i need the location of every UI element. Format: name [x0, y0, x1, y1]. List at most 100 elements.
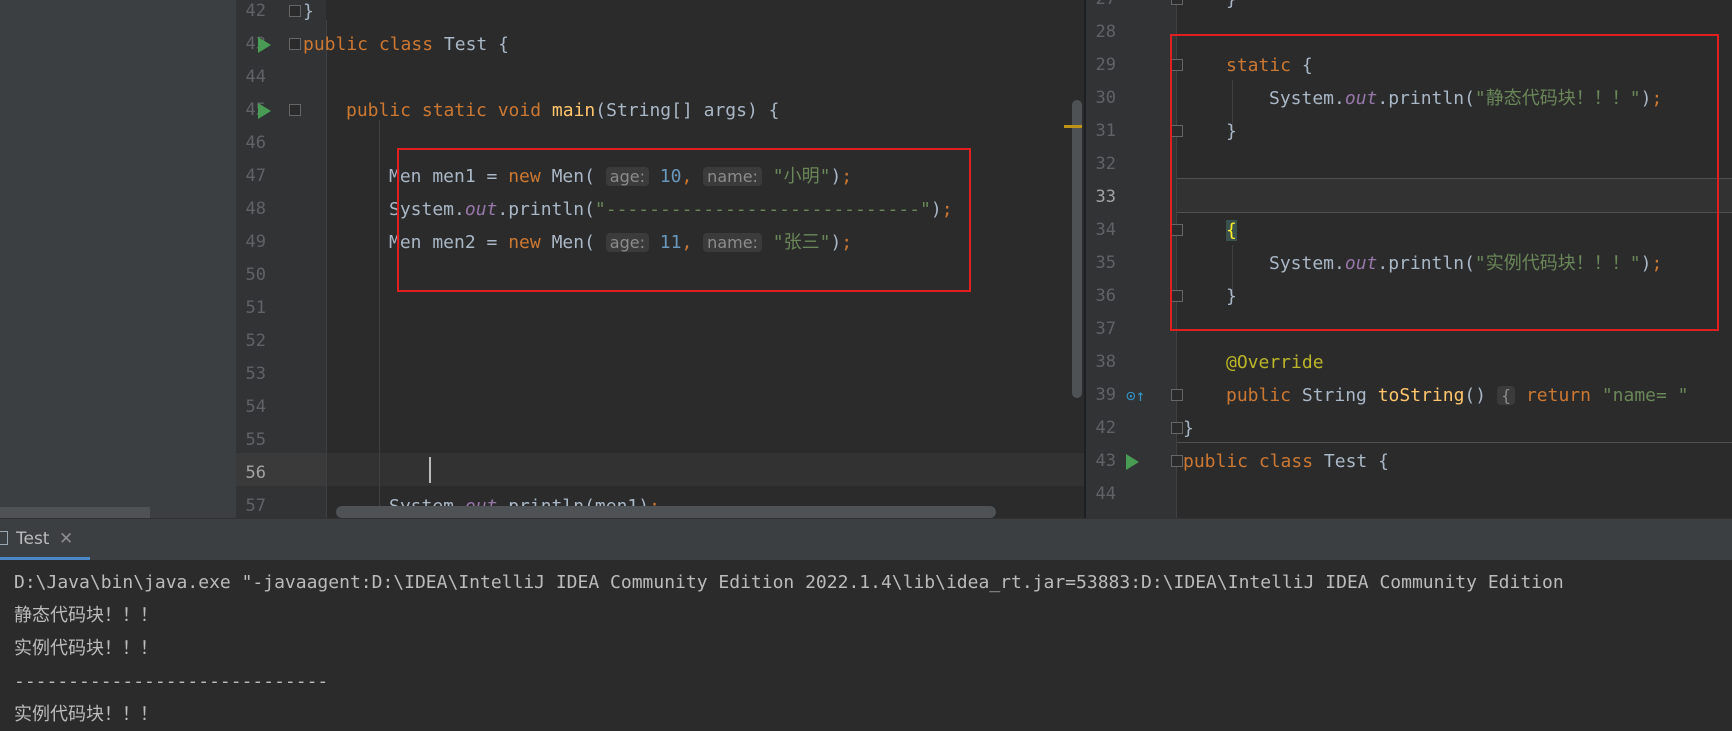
fold-icon[interactable] — [289, 38, 301, 50]
line-number: 39 — [1095, 385, 1116, 405]
code-line[interactable]: 44 — [1086, 478, 1732, 511]
code-line[interactable]: 38 @Override — [1086, 346, 1732, 379]
code-token: public — [1226, 385, 1302, 406]
fold-icon[interactable] — [289, 5, 301, 17]
line-number: 42 — [1095, 418, 1116, 438]
code-token: () — [1464, 385, 1497, 406]
code-token: } — [1183, 418, 1194, 439]
close-icon[interactable]: ✕ — [59, 529, 73, 549]
run-gutter-icon[interactable] — [258, 103, 271, 119]
line-number: 43 — [1095, 451, 1116, 471]
line-number: 30 — [1095, 88, 1116, 108]
code-text[interactable]: public static void main(String[] args) { — [346, 94, 780, 127]
line-number: 49 — [245, 232, 266, 252]
run-gutter-icon[interactable] — [1126, 454, 1139, 470]
code-text[interactable]: public class Test { — [1183, 445, 1389, 478]
run-tab-label: Test — [16, 529, 50, 549]
code-token: String — [1301, 385, 1378, 406]
code-line[interactable]: 42} — [236, 0, 1084, 28]
console-line: 静态代码块！！！ — [14, 605, 158, 626]
code-text[interactable]: public String toString() { return "name=… — [1226, 379, 1689, 412]
line-number: 44 — [245, 67, 266, 87]
horizontal-scrollbar[interactable] — [336, 506, 996, 518]
line-number: 48 — [245, 199, 266, 219]
code-text[interactable]: } — [1183, 412, 1194, 445]
override-icon[interactable]: ⊙↑ — [1126, 379, 1145, 412]
fold-icon[interactable] — [1171, 0, 1183, 5]
code-line[interactable]: 44 — [236, 61, 1084, 94]
line-number: 29 — [1095, 55, 1116, 75]
code-token: "name= " — [1601, 385, 1689, 406]
code-line[interactable]: 42} — [1086, 412, 1732, 445]
fold-icon[interactable] — [1171, 455, 1183, 467]
project-tool-window — [0, 0, 236, 523]
code-line[interactable]: 39 ⊙↑ public String toString() { return "n… — [1086, 379, 1732, 412]
code-token: toString — [1377, 385, 1465, 406]
code-line[interactable]: 53 — [236, 358, 1084, 391]
line-number: 37 — [1095, 319, 1116, 339]
run-gutter-icon[interactable] — [258, 37, 271, 53]
code-line[interactable]: 27} — [1086, 0, 1732, 16]
console-line: ----------------------------- — [14, 671, 329, 692]
line-number: 47 — [245, 166, 266, 186]
fold-icon[interactable] — [289, 104, 301, 116]
line-number: 35 — [1095, 253, 1116, 273]
code-token: (String[] args) { — [595, 100, 780, 121]
code-token: main — [551, 100, 596, 121]
console-line: 实例代码块！！！ — [14, 704, 158, 725]
console-line: 实例代码块！！！ — [14, 638, 158, 659]
run-config-icon — [0, 531, 8, 545]
console-output[interactable]: D:\Java\bin\java.exe "-javaagent:D:\IDEA… — [0, 560, 1732, 727]
fold-icon[interactable] — [1171, 389, 1183, 401]
code-token: Test { — [1323, 451, 1389, 472]
code-line[interactable]: 45 public static void main(String[] args)… — [236, 94, 1084, 127]
line-number: 44 — [1095, 484, 1116, 504]
line-number: 46 — [245, 133, 266, 153]
code-text[interactable]: } — [1226, 0, 1237, 16]
warning-marker[interactable] — [1064, 125, 1082, 128]
line-number: 42 — [245, 1, 266, 21]
line-number: 51 — [245, 298, 266, 318]
highlight-box-constructor-calls — [397, 148, 971, 292]
code-line[interactable]: 55 — [236, 424, 1084, 457]
console-line-command: D:\Java\bin\java.exe "-javaagent:D:\IDEA… — [14, 572, 1564, 593]
fold-icon[interactable] — [1171, 422, 1183, 434]
highlight-box-code-blocks — [1170, 34, 1719, 331]
code-token: return — [1515, 385, 1602, 406]
inlay-hint: { — [1496, 386, 1516, 405]
code-token: } — [303, 1, 314, 22]
code-token: @Override — [1226, 352, 1324, 373]
line-number: 57 — [245, 496, 266, 516]
line-number: 28 — [1095, 22, 1116, 42]
run-panel-header: Test ✕ — [0, 518, 1732, 561]
line-number: 52 — [245, 331, 266, 351]
code-text[interactable]: } — [303, 0, 314, 28]
line-number: 27 — [1086, 0, 1116, 16]
run-tab[interactable]: Test ✕ — [0, 519, 90, 561]
code-line[interactable]: 51 — [236, 292, 1084, 325]
code-line[interactable]: 56 — [236, 457, 1084, 490]
code-line[interactable]: 54 — [236, 391, 1084, 424]
line-number: 50 — [245, 265, 266, 285]
code-line[interactable]: 52 — [236, 325, 1084, 358]
code-text[interactable]: @Override — [1226, 346, 1324, 379]
code-text[interactable]: public class Test { — [303, 28, 509, 61]
line-number: 55 — [245, 430, 266, 450]
code-token: public static void — [346, 100, 552, 121]
vertical-scrollbar[interactable] — [1072, 100, 1082, 398]
text-caret — [429, 457, 431, 483]
code-token: Test { — [443, 34, 509, 55]
line-number: 54 — [245, 397, 266, 417]
code-token: public class — [1183, 451, 1324, 472]
code-line[interactable]: 43 public class Test { — [236, 28, 1084, 61]
code-line[interactable]: 43 public class Test { — [1086, 445, 1732, 478]
code-token: public class — [303, 34, 444, 55]
line-number: 33 — [1095, 187, 1116, 207]
line-number: 56 — [245, 463, 266, 483]
line-number: 31 — [1095, 121, 1116, 141]
line-number: 53 — [245, 364, 266, 384]
line-number: 34 — [1095, 220, 1116, 240]
line-number: 38 — [1095, 352, 1116, 372]
code-token: } — [1226, 0, 1237, 10]
line-number: 32 — [1095, 154, 1116, 174]
